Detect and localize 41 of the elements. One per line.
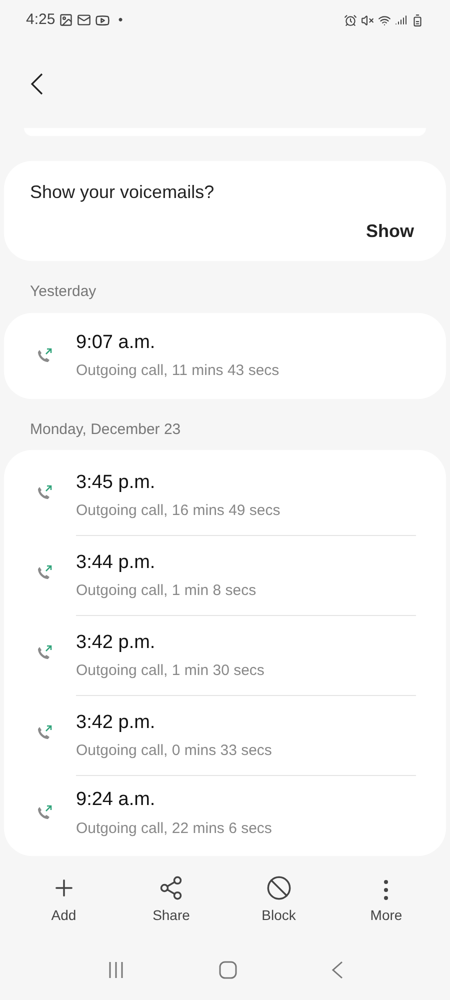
mute-icon — [361, 14, 374, 26]
call-row[interactable]: 3:42 p.m. Outgoing call, 0 mins 33 secs — [4, 693, 446, 773]
signal-icon — [395, 14, 407, 26]
call-time: 9:24 a.m. — [76, 788, 156, 812]
toolbar-button[interactable]: Share — [136, 870, 206, 926]
voicemail-prompt: Show your voicemails? — [30, 181, 216, 204]
back-icon[interactable] — [30, 72, 44, 96]
battery-icon — [411, 14, 424, 26]
call-row[interactable]: 9:07 a.m. Outgoing call, 11 mins 43 secs — [4, 316, 446, 396]
more-icon — [383, 879, 390, 901]
call-detail: Outgoing call, 16 mins 49 secs — [76, 501, 282, 521]
call-detail: Outgoing call, 22 mins 6 secs — [76, 818, 273, 838]
wifi-icon — [378, 14, 391, 26]
date-header: Monday, December 23 — [29, 420, 182, 440]
alarm-icon — [344, 14, 357, 26]
call-detail: Outgoing call, 1 min 8 secs — [76, 581, 258, 601]
call-time: 3:45 p.m. — [76, 470, 156, 494]
toolbar-button[interactable]: More — [351, 870, 422, 926]
share-icon — [158, 875, 184, 901]
call-row[interactable]: 3:42 p.m. Outgoing call, 1 min 30 secs — [4, 613, 446, 693]
call-time: 3:44 p.m. — [76, 550, 156, 574]
toolbar-button[interactable]: Block — [244, 870, 314, 926]
call-row[interactable]: 9:24 a.m. Outgoing call, 22 mins 6 secs — [4, 773, 446, 853]
block-icon — [266, 875, 292, 901]
mail-icon — [77, 13, 92, 27]
call-detail: Outgoing call, 0 mins 33 secs — [76, 741, 273, 761]
call-row[interactable]: 3:45 p.m. Outgoing call, 16 mins 49 secs — [4, 453, 446, 533]
call-row[interactable]: 3:44 p.m. Outgoing call, 1 min 8 secs — [4, 533, 446, 613]
notification-dot: • — [118, 11, 123, 30]
video-icon — [95, 12, 110, 28]
show-button[interactable]: Show — [366, 218, 414, 245]
date-header: Yesterday — [29, 282, 98, 302]
call-time: 9:07 a.m. — [76, 330, 156, 354]
toolbar-button[interactable]: Add — [28, 870, 99, 926]
call-detail: Outgoing call, 11 mins 43 secs — [76, 361, 280, 381]
call-detail: Outgoing call, 1 min 30 secs — [76, 661, 266, 681]
call-time: 3:42 p.m. — [76, 710, 156, 734]
status-time: 4:25 — [26, 10, 56, 30]
call-time: 3:42 p.m. — [76, 630, 156, 654]
gallery-icon — [59, 13, 74, 27]
home-icon[interactable] — [218, 960, 238, 980]
